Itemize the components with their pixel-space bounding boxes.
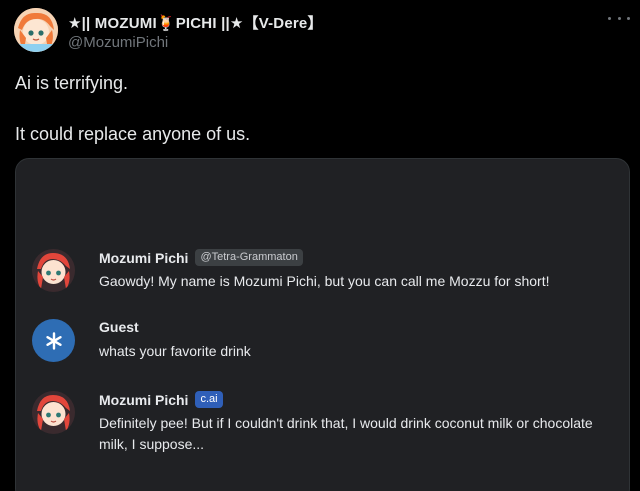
sender-name: Guest: [99, 319, 139, 335]
chat-message: Mozumi Pichi @Tetra-Grammaton Gaowdy! My…: [32, 249, 621, 299]
more-icon[interactable]: [608, 10, 630, 26]
message-text: Gaowdy! My name is Mozumi Pichi, but you…: [99, 273, 550, 289]
tweet-text-line-2: It could replace anyone of us.: [15, 124, 251, 144]
character-avatar: [32, 249, 75, 292]
user-handle[interactable]: @MozumiPichi: [68, 34, 168, 51]
profile-avatar[interactable]: [14, 8, 58, 52]
display-name[interactable]: ★|| MOZUMI🍹PICHI ||★【V-Dere】: [68, 12, 323, 33]
cai-badge: c.ai: [195, 391, 223, 408]
message-text: whats your favorite drink: [99, 343, 251, 359]
sender-name: Mozumi Pichi: [99, 249, 189, 266]
embedded-image-card[interactable]: Mozumi Pichi @Tetra-Grammaton Gaowdy! My…: [15, 158, 630, 491]
asterisk-icon: [32, 319, 75, 362]
chat-message: Guest whats your favorite drink: [32, 319, 621, 369]
tweet: ★|| MOZUMI🍹PICHI ||★【V-Dere】 @MozumiPich…: [0, 0, 640, 491]
tweet-text-line-1: Ai is terrifying.: [15, 73, 129, 93]
chat-message: Mozumi Pichi c.ai Definitely pee! But if…: [32, 391, 621, 471]
creator-tag: @Tetra-Grammaton: [195, 249, 303, 266]
message-text: Definitely pee! But if I couldn't drink …: [99, 415, 593, 452]
sender-name: Mozumi Pichi: [99, 391, 189, 408]
character-avatar: [32, 391, 75, 434]
